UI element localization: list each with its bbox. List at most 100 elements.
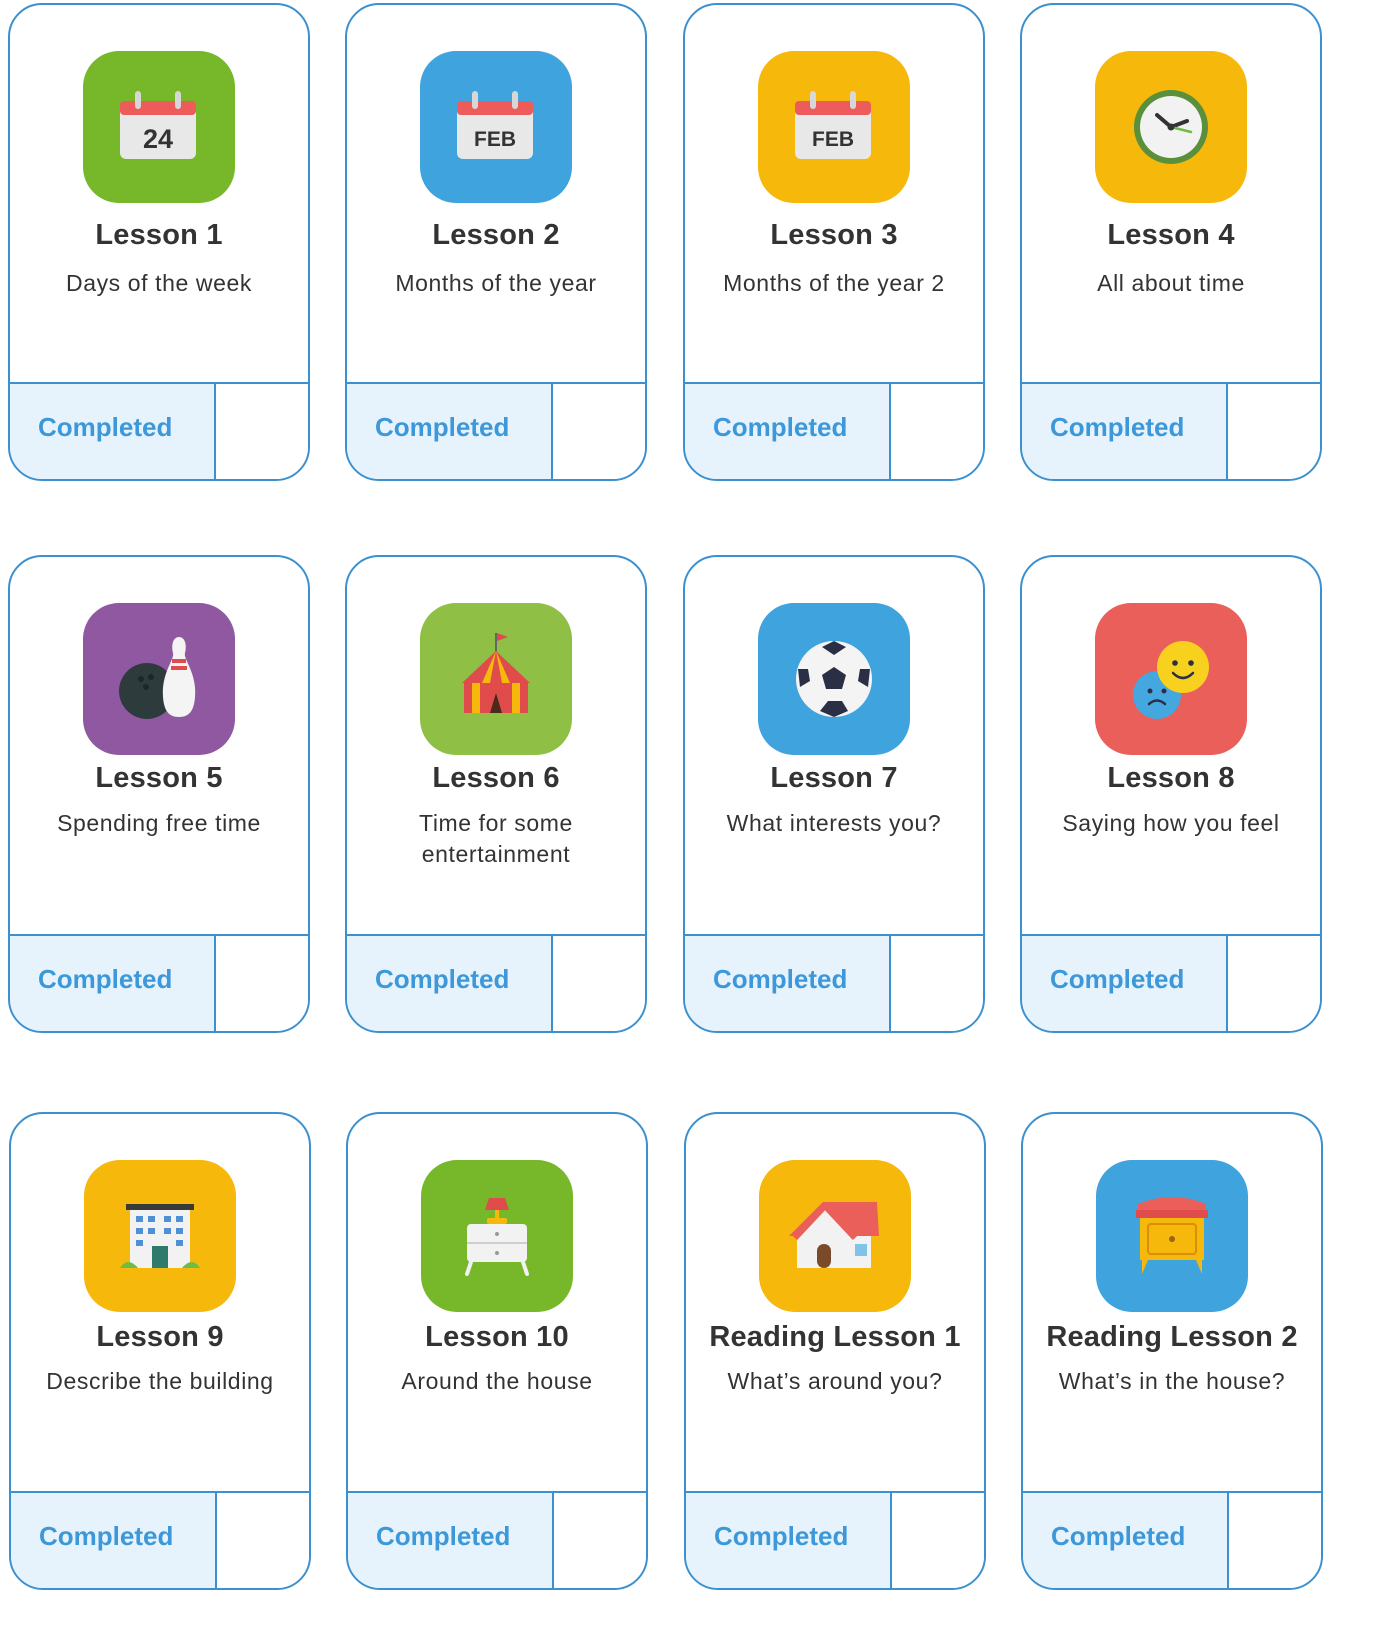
lesson-icon-tile [758, 603, 910, 755]
lesson-card[interactable]: Lesson 6 Time for some entertainment Com… [345, 555, 647, 1033]
status-badge: Completed [1023, 1493, 1229, 1588]
lesson-action-area[interactable] [553, 936, 645, 1031]
house-icon [759, 1160, 911, 1312]
lesson-icon-tile [421, 1160, 573, 1312]
lesson-card[interactable]: Reading Lesson 2 What’s in the house? Co… [1021, 1112, 1323, 1590]
lesson-subtitle: What interests you? [726, 810, 942, 836]
status-label: Completed [1050, 964, 1185, 994]
lesson-footer: Completed [11, 1491, 309, 1588]
lesson-action-area[interactable] [553, 384, 645, 479]
lesson-action-area[interactable] [1228, 384, 1320, 479]
status-label: Completed [713, 412, 848, 442]
lesson-footer: Completed [10, 382, 308, 479]
lesson-card[interactable]: FEB Lesson 3 Months of the year 2 Comple… [683, 3, 985, 481]
lesson-footer: Completed [1022, 382, 1320, 479]
status-label: Completed [714, 1521, 849, 1551]
lesson-footer: Completed [1023, 1491, 1321, 1588]
status-badge: Completed [1022, 936, 1228, 1031]
lesson-card[interactable]: Lesson 5 Spending free time Completed [8, 555, 310, 1033]
lesson-icon-tile [84, 1160, 236, 1312]
lesson-action-area[interactable] [216, 384, 308, 479]
lesson-title: Reading Lesson 2 [1046, 1321, 1298, 1353]
lesson-title: Reading Lesson 1 [709, 1321, 961, 1353]
lesson-card[interactable]: Lesson 4 All about time Completed [1020, 3, 1322, 481]
lesson-action-area[interactable] [891, 384, 983, 479]
status-label: Completed [39, 1521, 174, 1551]
lesson-action-area[interactable] [891, 936, 983, 1031]
lesson-icon-tile [1095, 603, 1247, 755]
status-label: Completed [1051, 1521, 1186, 1551]
lesson-icon-tile: FEB [420, 51, 572, 203]
lesson-title: Lesson 6 [432, 762, 560, 794]
lesson-card[interactable]: FEB Lesson 2 Months of the year Complete… [345, 3, 647, 481]
lesson-action-area[interactable] [217, 1493, 309, 1588]
lesson-footer: Completed [347, 934, 645, 1031]
status-badge: Completed [1022, 384, 1228, 479]
status-badge: Completed [686, 1493, 892, 1588]
lesson-footer: Completed [1022, 934, 1320, 1031]
lesson-action-area[interactable] [1228, 936, 1320, 1031]
lesson-card[interactable]: Lesson 10 Around the house Completed [346, 1112, 648, 1590]
status-label: Completed [375, 964, 510, 994]
dresser-icon [1096, 1160, 1248, 1312]
lesson-footer: Completed [685, 382, 983, 479]
calendar-feb-icon: FEB [758, 51, 910, 203]
nightstand-lamp-icon [421, 1160, 573, 1312]
lesson-title: Lesson 1 [95, 219, 223, 251]
status-label: Completed [713, 964, 848, 994]
status-label: Completed [376, 1521, 511, 1551]
clock-icon [1095, 51, 1247, 203]
lesson-icon-tile [759, 1160, 911, 1312]
lesson-card[interactable]: Lesson 7 What interests you? Completed [683, 555, 985, 1033]
lesson-icon-tile: 24 [83, 51, 235, 203]
lesson-card[interactable]: Lesson 8 Saying how you feel Completed [1020, 555, 1322, 1033]
lesson-title: Lesson 5 [95, 762, 223, 794]
lesson-subtitle: Months of the year 2 [723, 270, 945, 296]
status-badge: Completed [347, 384, 553, 479]
lesson-title: Lesson 3 [770, 219, 898, 251]
lesson-subtitle: Days of the week [65, 270, 253, 296]
lesson-title: Lesson 9 [96, 1321, 224, 1353]
lesson-subtitle: What’s in the house? [1058, 1368, 1286, 1394]
status-label: Completed [38, 964, 173, 994]
status-badge: Completed [347, 936, 553, 1031]
lesson-subtitle: Saying how you feel [1062, 810, 1280, 836]
lesson-subtitle: All about time [1097, 270, 1245, 296]
status-badge: Completed [348, 1493, 554, 1588]
lesson-title: Lesson 2 [432, 219, 560, 251]
lesson-title: Lesson 4 [1107, 219, 1235, 251]
lesson-icon-tile: FEB [758, 51, 910, 203]
lesson-action-area[interactable] [892, 1493, 984, 1588]
lesson-icon-tile [83, 603, 235, 755]
building-icon [84, 1160, 236, 1312]
lesson-footer: Completed [10, 934, 308, 1031]
lesson-card[interactable]: Reading Lesson 1 What’s around you? Comp… [684, 1112, 986, 1590]
circus-tent-icon [420, 603, 572, 755]
status-badge: Completed [685, 936, 891, 1031]
emotions-icon [1095, 603, 1247, 755]
svg-text:24: 24 [143, 124, 173, 154]
lesson-icon-tile [420, 603, 572, 755]
lesson-card[interactable]: Lesson 9 Describe the building Completed [9, 1112, 311, 1590]
lesson-subtitle: Around the house [401, 1368, 593, 1394]
status-label: Completed [1050, 412, 1185, 442]
status-badge: Completed [11, 1493, 217, 1588]
status-badge: Completed [10, 384, 216, 479]
lesson-title: Lesson 8 [1107, 762, 1235, 794]
lesson-footer: Completed [347, 382, 645, 479]
calendar-24-icon: 24 [83, 51, 235, 203]
lesson-action-area[interactable] [554, 1493, 646, 1588]
status-badge: Completed [685, 384, 891, 479]
lesson-icon-tile [1096, 1160, 1248, 1312]
lesson-card[interactable]: 24 Lesson 1 Days of the week Completed [8, 3, 310, 481]
lesson-action-area[interactable] [216, 936, 308, 1031]
lesson-subtitle: Time for some entertainment [419, 810, 573, 867]
lesson-subtitle: Months of the year [395, 270, 597, 296]
lesson-action-area[interactable] [1229, 1493, 1321, 1588]
svg-text:FEB: FEB [474, 128, 516, 151]
status-badge: Completed [10, 936, 216, 1031]
svg-text:FEB: FEB [812, 128, 854, 151]
lesson-title: Lesson 10 [425, 1321, 569, 1353]
lesson-footer: Completed [686, 1491, 984, 1588]
lesson-subtitle: Spending free time [57, 810, 261, 836]
